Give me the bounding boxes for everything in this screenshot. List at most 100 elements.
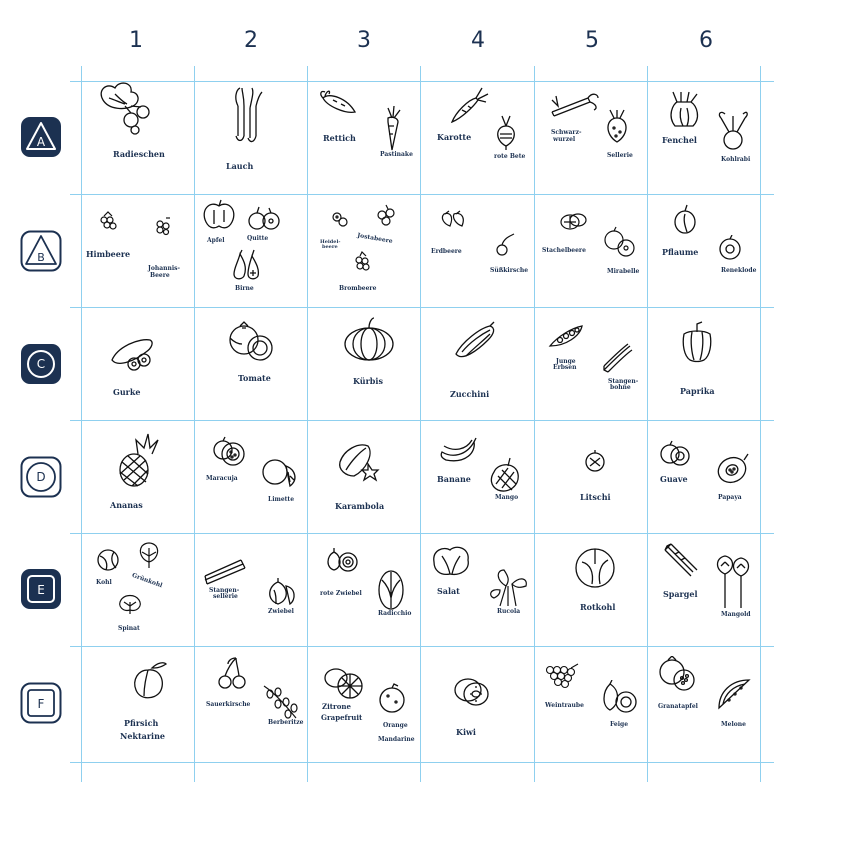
tomato-icon (224, 320, 278, 362)
column-number-4: 4 (471, 28, 485, 53)
lemon-icon (322, 664, 366, 700)
apple-icon (200, 198, 238, 232)
label-orange: Orange (383, 722, 408, 729)
label-radicchio: Radicchio (378, 610, 412, 617)
label-papaya: Papaya (718, 494, 742, 501)
row-letter-d: D (36, 470, 45, 484)
row-badge-c: C (21, 344, 61, 384)
label-guave: Guave (660, 474, 688, 484)
label-gurke: Gurke (113, 387, 141, 397)
label-gruenkohl: Grünkohl (130, 571, 164, 590)
spinach-icon (115, 592, 145, 616)
label-junge-erbsen-2: Erbsen (553, 364, 577, 371)
label-limette: Limette (268, 496, 295, 503)
row-letter-e: E (37, 583, 45, 597)
onion-icon (262, 576, 298, 606)
row-badge-f: F (20, 682, 62, 724)
cherry-icon (494, 232, 518, 258)
label-radieschen: Radieschen (113, 149, 165, 159)
label-pastinake: Pastinake (380, 151, 413, 158)
currant-icon (152, 216, 174, 238)
label-kuerbis: Kürbis (353, 376, 383, 386)
runner-bean-icon (600, 342, 634, 376)
column-number-6: 6 (699, 28, 713, 53)
parsnip-icon (382, 104, 404, 152)
label-mirabelle: Mirabelle (607, 268, 640, 275)
label-karotte: Karotte (437, 132, 472, 142)
label-weintraube: Weintraube (545, 702, 584, 709)
gooseberry-icon (558, 208, 588, 234)
label-stangensellerie-2: sellerie (213, 593, 238, 600)
row-badge-d: D (20, 456, 62, 498)
label-feige: Feige (610, 721, 629, 728)
label-granatapfel: Granatapfel (658, 703, 698, 710)
starfruit-icon (334, 440, 380, 482)
red-cabbage-icon (572, 546, 618, 588)
label-zitrone: Zitrone (322, 702, 351, 711)
label-sellerie: Sellerie (607, 152, 633, 159)
label-spargel: Spargel (663, 589, 698, 599)
kohlrabi-icon (713, 110, 751, 154)
label-tomate: Tomate (238, 373, 271, 383)
blueberry-icon (330, 210, 350, 230)
mango-icon (486, 456, 524, 496)
radicchio-icon (374, 566, 408, 612)
banana-icon (438, 436, 478, 466)
row-badge-e: E (21, 569, 61, 609)
label-birne: Birne (235, 285, 254, 292)
melon-icon (715, 676, 753, 712)
label-erdbeere: Erdbeere (431, 248, 462, 255)
row-letter-a: A (37, 135, 46, 149)
rucola-icon (486, 566, 532, 608)
zucchini-icon (452, 318, 498, 364)
greengage-icon (717, 235, 743, 261)
label-mangold: Mangold (721, 611, 751, 618)
passion-fruit-icon (211, 436, 245, 468)
pear-icon (230, 248, 264, 282)
cucumber-icon (106, 334, 158, 374)
label-ananas: Ananas (110, 500, 143, 510)
sour-cherry-icon (216, 656, 248, 690)
label-brombeere: Brombeere (339, 285, 377, 292)
label-karambola: Karambola (335, 501, 385, 511)
label-spinat: Spinat (118, 625, 140, 632)
label-maracuja: Maracuja (206, 475, 238, 482)
label-fenchel: Fenchel (662, 135, 697, 145)
lettuce-icon (430, 544, 472, 578)
fennel-icon (667, 90, 701, 128)
salsify-icon (548, 90, 600, 122)
pineapple-icon (116, 430, 162, 488)
barberry-icon (260, 680, 300, 722)
red-onion-icon (324, 546, 360, 574)
grapes-icon (544, 662, 582, 692)
label-stangenbohne-2: bohne (610, 384, 631, 391)
label-jostabeere: Jostabeere (356, 231, 394, 246)
label-pfirsich: Pfirsich (124, 718, 159, 728)
papaya-icon (714, 450, 752, 486)
label-reneklode: Reneklode (721, 267, 757, 274)
blackberry-icon (350, 250, 374, 274)
row-badge-b: B (20, 230, 62, 272)
label-rotkohl: Rotkohl (580, 602, 616, 612)
label-kohl: Kohl (96, 579, 112, 586)
label-salat: Salat (437, 586, 460, 596)
label-banane: Banane (437, 474, 471, 484)
quince-icon (247, 205, 281, 233)
lime-icon (260, 456, 298, 492)
pumpkin-icon (342, 316, 396, 364)
column-number-2: 2 (244, 28, 258, 53)
label-quitte: Quitte (247, 235, 269, 242)
label-paprika: Paprika (680, 386, 715, 396)
label-sauerkirsche: Sauerkirsche (206, 701, 251, 708)
label-stachelbeere: Stachelbeere (542, 247, 586, 254)
label-kiwi: Kiwi (456, 727, 476, 737)
radish-icon (95, 80, 157, 136)
raspberry-icon (96, 210, 120, 234)
label-rettich: Rettich (323, 133, 356, 143)
label-litschi: Litschi (580, 492, 611, 502)
label-johannisbeere-2: Beere (150, 272, 170, 279)
plum-icon (671, 204, 699, 236)
label-zwiebel: Zwiebel (268, 608, 294, 615)
kiwi-icon (452, 674, 492, 710)
label-pflaume: Pflaume (662, 247, 699, 257)
